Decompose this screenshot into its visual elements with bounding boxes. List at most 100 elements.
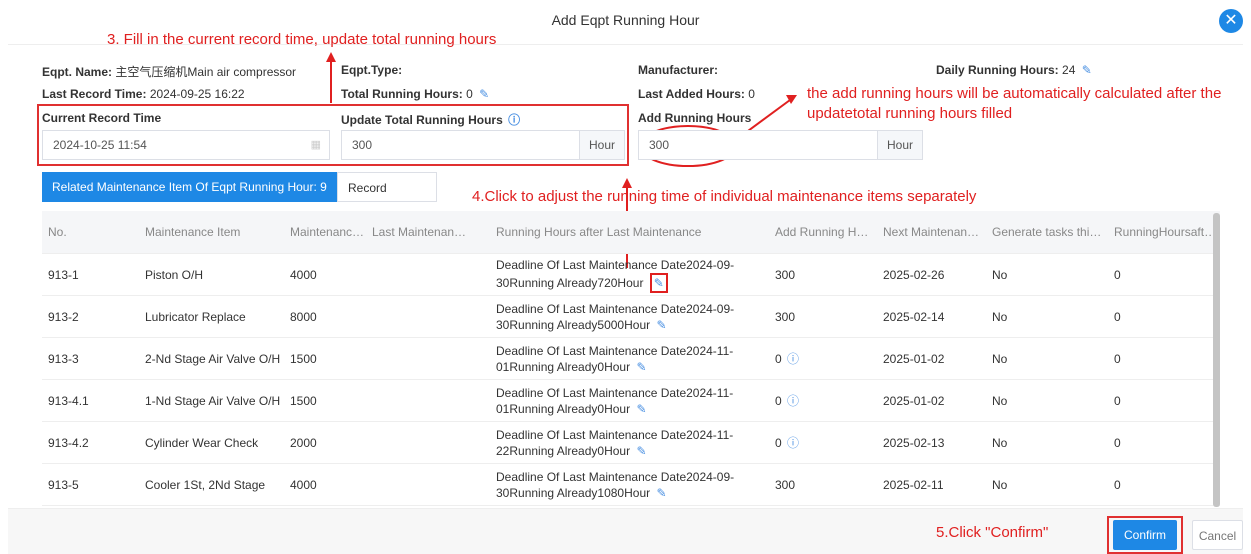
update-total-input[interactable]: 300	[341, 130, 580, 160]
annotation-autocalc-line1: the add running hours will be automatica…	[807, 85, 1222, 102]
cell-interval: 1500	[290, 393, 317, 408]
table-row: 913-4.1 1-Nd Stage Air Valve O/H 1500 De…	[42, 380, 1220, 422]
cell-running: Deadline Of Last Maintenance Date2024-09…	[496, 469, 735, 501]
cell-running: Deadline Of Last Maintenance Date2024-09…	[496, 301, 735, 333]
cell-after: 0	[1114, 267, 1121, 282]
dialog-title: Add Eqpt Running Hour	[551, 12, 700, 28]
cell-generate: No	[992, 477, 1008, 492]
edit-icon[interactable]: ✎	[636, 359, 646, 375]
manufacturer: Manufacturer:	[638, 63, 719, 77]
cell-interval: 4000	[290, 477, 317, 492]
cell-item: 1-Nd Stage Air Valve O/H	[145, 393, 281, 408]
edit-icon[interactable]: ✎	[1082, 63, 1092, 77]
arrow-step4-head	[622, 178, 632, 188]
table-row: 913-2 Lubricator Replace 8000 Deadline O…	[42, 296, 1220, 338]
th-running-hours: Running Hours after Last Maintenance	[496, 225, 702, 239]
add-running-input[interactable]: 300	[638, 130, 878, 160]
table-row: 913-1 Piston O/H 4000 Deadline Of Last M…	[42, 254, 1220, 296]
cell-after: 0	[1114, 393, 1121, 408]
eqpt-type: Eqpt.Type:	[341, 63, 403, 77]
th-add-running: Add Running H…	[775, 225, 869, 239]
current-record-input[interactable]: 2024-10-25 11:54 ▦	[42, 130, 330, 160]
th-maintenance-interval: Maintenance …	[290, 225, 366, 239]
th-no: No.	[48, 225, 67, 239]
cell-next: 2025-02-13	[883, 435, 945, 450]
daily-running-hours: Daily Running Hours: 24 ✎	[936, 63, 1092, 77]
th-running-after: RunningHoursafte…	[1114, 225, 1220, 239]
cell-running: Deadline Of Last Maintenance Date2024-11…	[496, 343, 734, 375]
cell-no: 913-4.2	[48, 435, 89, 450]
cell-next: 2025-02-11	[883, 477, 944, 492]
cell-running: Deadline Of Last Maintenance Date2024-09…	[490, 257, 769, 293]
cell-item: Cooler 1St, 2Nd Stage	[145, 477, 266, 492]
last-record-time: Last Record Time: 2024-09-25 16:22	[42, 87, 245, 101]
cell-item: Piston O/H	[145, 267, 204, 282]
cell-after: 0	[1114, 351, 1121, 366]
info-icon: ⓘ	[508, 113, 521, 127]
cell-running: Deadline Of Last Maintenance Date2024-11…	[496, 427, 734, 459]
cell-next: 2025-02-26	[883, 267, 945, 282]
update-total-label: Update Total Running Hours ⓘ	[341, 113, 521, 127]
cell-next: 2025-02-14	[883, 309, 945, 324]
cell-add: 300	[775, 477, 796, 492]
edit-icon[interactable]: ✎	[636, 401, 646, 417]
cell-add: 0 ⓘ	[775, 352, 800, 366]
cell-add: 300	[775, 267, 796, 282]
confirm-button[interactable]: Confirm	[1113, 520, 1177, 550]
arrow-autocalc-head	[786, 95, 797, 104]
annotation-step4: 4.Click to adjust the running time of in…	[472, 188, 977, 205]
edit-icon[interactable]: ✎	[636, 443, 646, 459]
table-header: No. Maintenance Item Maintenance … Last …	[42, 211, 1220, 254]
cell-generate: No	[992, 309, 1008, 324]
th-next-maintenance: Next Maintenan…	[883, 225, 980, 239]
table-row: 913-3 2-Nd Stage Air Valve O/H 1500 Dead…	[42, 338, 1220, 380]
cell-generate: No	[992, 267, 1008, 282]
edit-icon[interactable]: ✎	[656, 485, 666, 501]
edit-icon[interactable]: ✎	[649, 272, 668, 293]
cell-add: 300	[775, 309, 796, 324]
current-record-label: Current Record Time	[42, 111, 162, 125]
cell-add: 0 ⓘ	[775, 436, 800, 450]
add-running-unit: Hour	[877, 130, 923, 160]
dialog-footer	[8, 508, 1243, 554]
cell-interval: 8000	[290, 309, 317, 324]
edit-icon[interactable]: ✎	[656, 317, 666, 333]
cell-interval: 4000	[290, 267, 317, 282]
annotation-step3: 3. Fill in the current record time, upda…	[107, 31, 497, 48]
th-maintenance-item: Maintenance Item	[145, 225, 241, 239]
tab-related-maintenance[interactable]: Related Maintenance Item Of Eqpt Running…	[42, 172, 337, 202]
arrow-step3-head	[326, 52, 336, 62]
tab-record-history[interactable]: Record History	[337, 172, 437, 225]
info-icon: ⓘ	[787, 352, 800, 366]
info-icon: ⓘ	[787, 394, 800, 408]
add-running-label: Add Running Hours	[638, 111, 752, 125]
cell-item: 2-Nd Stage Air Valve O/H	[145, 351, 281, 366]
cell-after: 0	[1114, 435, 1121, 450]
info-icon: ⓘ	[787, 436, 800, 450]
cell-no: 913-1	[48, 267, 79, 282]
cell-generate: No	[992, 435, 1008, 450]
cell-after: 0	[1114, 477, 1121, 492]
eqpt-name: Eqpt. Name: 主空气压缩机Main air compressor	[42, 65, 297, 79]
th-generate-tasks: Generate tasks thi…	[992, 225, 1102, 239]
cell-no: 913-3	[48, 351, 79, 366]
cell-item: Lubricator Replace	[145, 309, 246, 324]
table-row: 913-5 Cooler 1St, 2Nd Stage 4000 Deadlin…	[42, 464, 1220, 506]
cell-generate: No	[992, 393, 1008, 408]
cell-running: Deadline Of Last Maintenance Date2024-11…	[496, 385, 734, 417]
cell-no: 913-5	[48, 477, 79, 492]
cell-no: 913-2	[48, 309, 79, 324]
cancel-button[interactable]: Cancel	[1192, 520, 1243, 550]
cell-next: 2025-01-02	[883, 393, 945, 408]
table-row: 913-4.2 Cylinder Wear Check 2000 Deadlin…	[42, 422, 1220, 464]
update-total-unit: Hour	[579, 130, 625, 160]
table-scrollbar[interactable]	[1213, 213, 1220, 507]
last-added-hours: Last Added Hours: 0	[638, 87, 755, 101]
cell-add: 0 ⓘ	[775, 394, 800, 408]
cell-interval: 2000	[290, 435, 317, 450]
total-running-hours: Total Running Hours: 0 ✎	[341, 87, 490, 101]
edit-icon[interactable]: ✎	[479, 87, 489, 101]
close-icon[interactable]: ✕	[1219, 9, 1243, 33]
calendar-icon: ▦	[310, 139, 321, 151]
cell-item: Cylinder Wear Check	[145, 435, 259, 450]
